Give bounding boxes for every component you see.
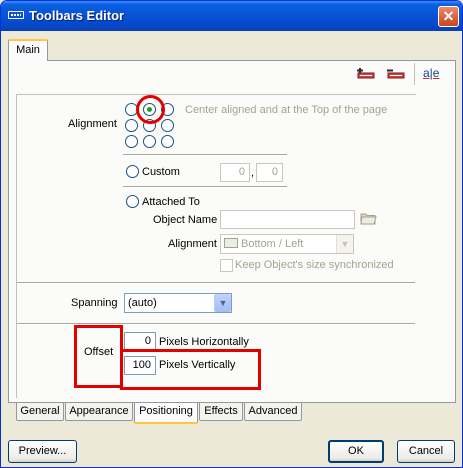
tab-general[interactable]: General <box>16 403 64 421</box>
spanning-label: Spanning <box>71 297 118 309</box>
keep-size-checkbox[interactable] <box>220 259 233 272</box>
align-middle-left-radio[interactable] <box>125 119 138 132</box>
object-name-field[interactable] <box>220 210 355 229</box>
cancel-button[interactable]: Cancel <box>397 440 455 463</box>
title-bar[interactable]: Toolbars Editor ✕ <box>1 1 462 31</box>
tab-positioning[interactable]: Positioning <box>134 403 198 424</box>
tab-advanced[interactable]: Advanced <box>244 403 302 421</box>
remove-toolbar-icon[interactable] <box>387 68 405 82</box>
align-bottom-right-radio[interactable] <box>161 135 174 148</box>
highlight-box-offset <box>74 325 123 388</box>
tab-main[interactable]: Main <box>8 39 48 61</box>
spanning-value: (auto) <box>128 297 157 309</box>
chevron-down-icon: ▼ <box>214 294 231 312</box>
toolbar-app-icon <box>8 11 24 19</box>
attached-to-radio[interactable] <box>126 195 139 208</box>
keep-size-label: Keep Object's size synchronized <box>235 259 394 271</box>
attached-to-label: Attached To <box>142 196 200 208</box>
alignment-label: Alignment <box>68 118 117 130</box>
preview-button[interactable]: Preview... <box>8 440 77 463</box>
align-bottom-center-radio[interactable] <box>143 135 156 148</box>
offset-horizontal-label: Pixels Horizontally <box>159 336 249 348</box>
custom-radio[interactable] <box>126 165 139 178</box>
chevron-down-icon: ▼ <box>336 235 353 253</box>
custom-x-field[interactable]: 0 <box>220 163 250 182</box>
tab-appearance[interactable]: Appearance <box>65 403 133 421</box>
toolbars-editor-window: Toolbars Editor ✕ Main a|e Alignment Cen… <box>0 0 463 468</box>
alignment-description: Center aligned and at the Top of the pag… <box>185 104 388 116</box>
highlight-circle <box>136 95 165 124</box>
custom-comma: , <box>251 167 255 179</box>
attached-alignment-label: Alignment <box>168 238 217 250</box>
close-button[interactable]: ✕ <box>438 6 459 27</box>
folder-icon[interactable] <box>360 211 377 225</box>
add-toolbar-icon[interactable] <box>357 68 375 82</box>
divider <box>17 282 415 284</box>
window-title: Toolbars Editor <box>29 8 125 23</box>
align-bottom-left-radio[interactable] <box>125 135 138 148</box>
divider <box>123 154 287 156</box>
object-name-label: Object Name <box>153 214 218 226</box>
tab-effects[interactable]: Effects <box>199 403 243 421</box>
align-middle-right-radio[interactable] <box>161 119 174 132</box>
text-format-icon[interactable]: a|e <box>423 66 439 80</box>
custom-y-field[interactable]: 0 <box>256 163 283 182</box>
ok-button[interactable]: OK <box>328 440 384 463</box>
divider <box>123 186 287 188</box>
alignment-preview-icon <box>224 238 238 248</box>
attached-alignment-select[interactable]: Bottom / Left ▼ <box>220 234 354 254</box>
toolbar-separator <box>414 63 415 85</box>
attached-alignment-value: Bottom / Left <box>241 238 304 250</box>
custom-label: Custom <box>142 166 180 178</box>
spanning-select[interactable]: (auto) ▼ <box>124 293 232 313</box>
highlight-box-vertical <box>120 349 261 390</box>
